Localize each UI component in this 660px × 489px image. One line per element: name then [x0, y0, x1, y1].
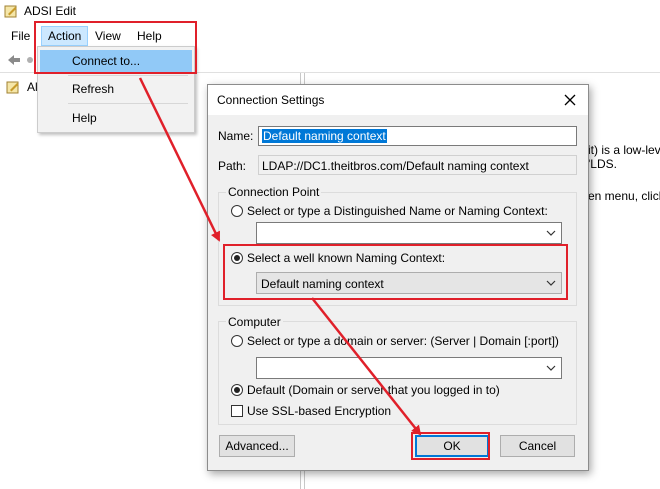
name-input[interactable]: Default naming context: [258, 126, 577, 146]
menu-item-help[interactable]: Help: [40, 107, 192, 129]
adsi-edit-icon: [4, 5, 17, 18]
option-default-server-label[interactable]: Default (Domain or server that you logge…: [247, 383, 500, 397]
annotation-highlight-naming-context: [223, 244, 568, 300]
close-icon[interactable]: [560, 90, 580, 110]
computer-legend: Computer: [226, 315, 283, 329]
content-text-line: 'LDS.: [588, 157, 617, 171]
cancel-button[interactable]: Cancel: [500, 435, 575, 457]
menu-separator: [68, 103, 188, 104]
option-domain-server-label[interactable]: Select or type a domain or server: (Serv…: [247, 334, 559, 348]
name-label: Name:: [218, 129, 254, 143]
ssl-checkbox-label[interactable]: Use SSL-based Encryption: [247, 404, 391, 418]
back-arrow-icon[interactable]: [6, 52, 22, 68]
annotation-highlight-ok-button: [411, 432, 490, 460]
dialog-title: Connection Settings: [217, 93, 325, 107]
path-value: LDAP://DC1.theitbros.com/Default naming …: [262, 159, 529, 173]
radio-default-server[interactable]: [231, 384, 243, 396]
connection-point-legend: Connection Point: [226, 185, 322, 199]
domain-server-combo[interactable]: [256, 357, 562, 379]
path-label: Path:: [218, 159, 247, 173]
ssl-checkbox[interactable]: [231, 405, 243, 417]
content-text-line: it) is a low-lev: [588, 143, 660, 157]
menu-separator: [68, 75, 188, 76]
name-input-value: Default naming context: [262, 129, 387, 143]
radio-domain-server[interactable]: [231, 335, 243, 347]
adsi-edit-node-icon: [6, 81, 19, 94]
forward-arrow-icon[interactable]: [26, 56, 34, 64]
dialog-titlebar: Connection Settings: [208, 85, 588, 115]
advanced-button[interactable]: Advanced...: [219, 435, 295, 457]
radio-distinguished-name[interactable]: [231, 205, 243, 217]
chevron-down-icon[interactable]: [545, 361, 557, 375]
distinguished-name-combo[interactable]: [256, 222, 562, 244]
menu-item-refresh[interactable]: Refresh: [40, 78, 192, 100]
chevron-down-icon[interactable]: [545, 226, 557, 240]
window-title: ADSI Edit: [24, 4, 77, 18]
option-distinguished-name-label[interactable]: Select or type a Distinguished Name or N…: [247, 204, 548, 218]
path-field: LDAP://DC1.theitbros.com/Default naming …: [258, 155, 577, 175]
menu-file[interactable]: File: [5, 27, 36, 45]
content-text-line: en menu, click: [588, 189, 660, 203]
window-titlebar: ADSI Edit: [0, 0, 660, 22]
annotation-highlight-action-menu: [34, 21, 197, 74]
